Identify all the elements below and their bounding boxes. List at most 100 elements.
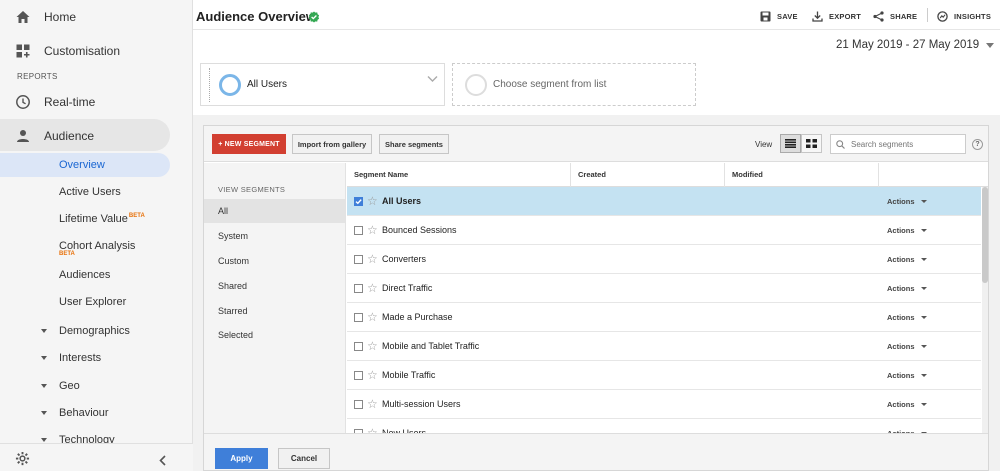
search-segments-field[interactable] xyxy=(830,134,966,154)
page-title: Audience Overview xyxy=(196,9,316,24)
segment-checkbox[interactable] xyxy=(354,313,363,322)
actions-dropdown[interactable]: Actions xyxy=(887,342,927,351)
star-icon[interactable]: ☆ xyxy=(367,398,378,410)
sidebar-item-home[interactable]: Home xyxy=(0,8,193,26)
clock-icon xyxy=(15,94,31,110)
filter-shared[interactable]: Shared xyxy=(204,274,345,298)
apply-button[interactable]: Apply xyxy=(215,448,268,469)
star-icon[interactable]: ☆ xyxy=(367,224,378,236)
segment-checkbox[interactable] xyxy=(354,342,363,351)
search-icon xyxy=(836,140,845,149)
scrollbar-thumb[interactable] xyxy=(982,187,988,283)
segment-checkbox[interactable] xyxy=(354,371,363,380)
actions-dropdown[interactable]: Actions xyxy=(887,313,927,322)
star-icon[interactable]: ☆ xyxy=(367,311,378,323)
sidebar-item-label: Real-time xyxy=(44,95,96,109)
search-segments-input[interactable] xyxy=(851,137,961,151)
actions-dropdown[interactable]: Actions xyxy=(887,371,927,380)
save-button[interactable]: SAVE xyxy=(760,11,798,22)
segment-slot-selected[interactable]: All Users xyxy=(200,63,445,106)
caret-down-icon xyxy=(41,384,47,388)
segment-checkbox[interactable] xyxy=(354,226,363,235)
sidebar-group-demographics[interactable]: Demographics xyxy=(41,325,130,337)
actions-dropdown[interactable]: Actions xyxy=(887,255,927,264)
sidebar-item-audience[interactable]: Audience xyxy=(0,127,193,145)
filter-selected[interactable]: Selected xyxy=(204,323,345,347)
table-row[interactable]: ☆ Direct Traffic Actions xyxy=(347,274,981,303)
segment-checkbox[interactable] xyxy=(354,400,363,409)
sidebar-subitem-active-users[interactable]: Active Users xyxy=(59,186,121,198)
caret-down-icon xyxy=(41,411,47,415)
chevron-down-icon[interactable] xyxy=(427,70,438,88)
column-header-segment-name[interactable]: Segment Name xyxy=(347,163,571,187)
sidebar-item-realtime[interactable]: Real-time xyxy=(0,93,193,111)
actions-dropdown[interactable]: Actions xyxy=(887,284,927,293)
gear-icon[interactable] xyxy=(15,451,30,471)
table-row[interactable]: ☆ Converters Actions xyxy=(347,245,981,274)
filter-all[interactable]: All xyxy=(204,199,345,223)
list-view-toggle[interactable] xyxy=(780,134,801,153)
sidebar-group-interests[interactable]: Interests xyxy=(41,352,101,364)
sidebar-item-customisation[interactable]: Customisation xyxy=(0,42,193,60)
segment-checkbox[interactable] xyxy=(354,284,363,293)
new-segment-button[interactable]: + NEW SEGMENT xyxy=(212,134,286,154)
segment-slot-empty[interactable]: Choose segment from list xyxy=(452,63,696,106)
sidebar-subitem-audiences[interactable]: Audiences xyxy=(59,269,110,281)
actions-dropdown[interactable]: Actions xyxy=(887,226,927,235)
segment-name: Direct Traffic xyxy=(382,283,433,293)
caret-down-icon xyxy=(920,229,927,232)
reports-section-label: REPORTS xyxy=(17,72,58,81)
segment-table-body: ☆ All Users Actions ☆ Bounced Sessions Action… xyxy=(347,187,981,433)
beta-badge: BETA xyxy=(128,213,145,220)
segment-checkbox[interactable] xyxy=(354,255,363,264)
sidebar-subitem-lifetime-value[interactable]: Lifetime ValueBETA xyxy=(59,213,145,225)
sidebar: Home Customisation REPORTS Real-time Aud… xyxy=(0,0,193,471)
star-icon[interactable]: ☆ xyxy=(367,282,378,294)
sidebar-subitem-overview[interactable]: Overview xyxy=(59,159,105,171)
segment-table-scrollbar[interactable] xyxy=(982,187,988,433)
segment-checkbox[interactable] xyxy=(354,197,363,206)
share-segments-button[interactable]: Share segments xyxy=(379,134,449,154)
star-icon[interactable]: ☆ xyxy=(367,253,378,265)
filter-starred[interactable]: Starred xyxy=(204,299,345,323)
table-row[interactable]: ☆ Made a Purchase Actions xyxy=(347,303,981,332)
sidebar-group-label: Interests xyxy=(59,352,102,364)
filter-custom[interactable]: Custom xyxy=(204,249,345,273)
share-button[interactable]: SHARE xyxy=(873,11,917,22)
help-icon[interactable]: ? xyxy=(972,139,983,150)
sidebar-subitem-user-explorer[interactable]: User Explorer xyxy=(59,296,126,308)
actions-label: Actions xyxy=(887,226,915,235)
actions-label: Actions xyxy=(887,313,915,322)
caret-down-icon xyxy=(920,403,927,406)
actions-dropdown[interactable]: Actions xyxy=(887,197,927,206)
drag-handle[interactable] xyxy=(209,68,210,102)
segment-name: Made a Purchase xyxy=(382,312,453,322)
caret-down-icon xyxy=(41,438,47,442)
sidebar-group-geo[interactable]: Geo xyxy=(41,380,80,392)
star-icon[interactable]: ☆ xyxy=(367,340,378,352)
star-icon[interactable]: ☆ xyxy=(367,195,378,207)
column-header-modified[interactable]: Modified xyxy=(725,163,879,187)
export-icon xyxy=(812,11,823,22)
sidebar-item-label: Customisation xyxy=(44,44,121,58)
export-button[interactable]: EXPORT xyxy=(812,11,861,22)
table-row[interactable]: ☆ Multi-session Users Actions xyxy=(347,390,981,419)
caret-down-icon xyxy=(920,200,927,203)
table-row[interactable]: ☆New UsersActions xyxy=(347,419,981,433)
sidebar-group-behaviour[interactable]: Behaviour xyxy=(41,407,109,419)
star-icon[interactable]: ☆ xyxy=(367,369,378,381)
import-from-gallery-button[interactable]: Import from gallery xyxy=(292,134,372,154)
date-range-picker[interactable]: 21 May 2019 - 27 May 2019 xyxy=(836,39,995,51)
filter-system[interactable]: System xyxy=(204,224,345,248)
table-row[interactable]: ☆ Mobile Traffic Actions xyxy=(347,361,981,390)
table-row[interactable]: ☆ Mobile and Tablet Traffic Actions xyxy=(347,332,981,361)
collapse-sidebar-icon[interactable] xyxy=(158,453,168,471)
column-header-created[interactable]: Created xyxy=(571,163,725,187)
grid-view-toggle[interactable] xyxy=(801,134,822,153)
cancel-button[interactable]: Cancel xyxy=(278,448,330,469)
insights-icon xyxy=(937,11,948,22)
table-row[interactable]: ☆ All Users Actions xyxy=(347,187,981,216)
insights-button[interactable]: INSIGHTS xyxy=(937,11,991,22)
table-row[interactable]: ☆ Bounced Sessions Actions xyxy=(347,216,981,245)
actions-dropdown[interactable]: Actions xyxy=(887,400,927,409)
